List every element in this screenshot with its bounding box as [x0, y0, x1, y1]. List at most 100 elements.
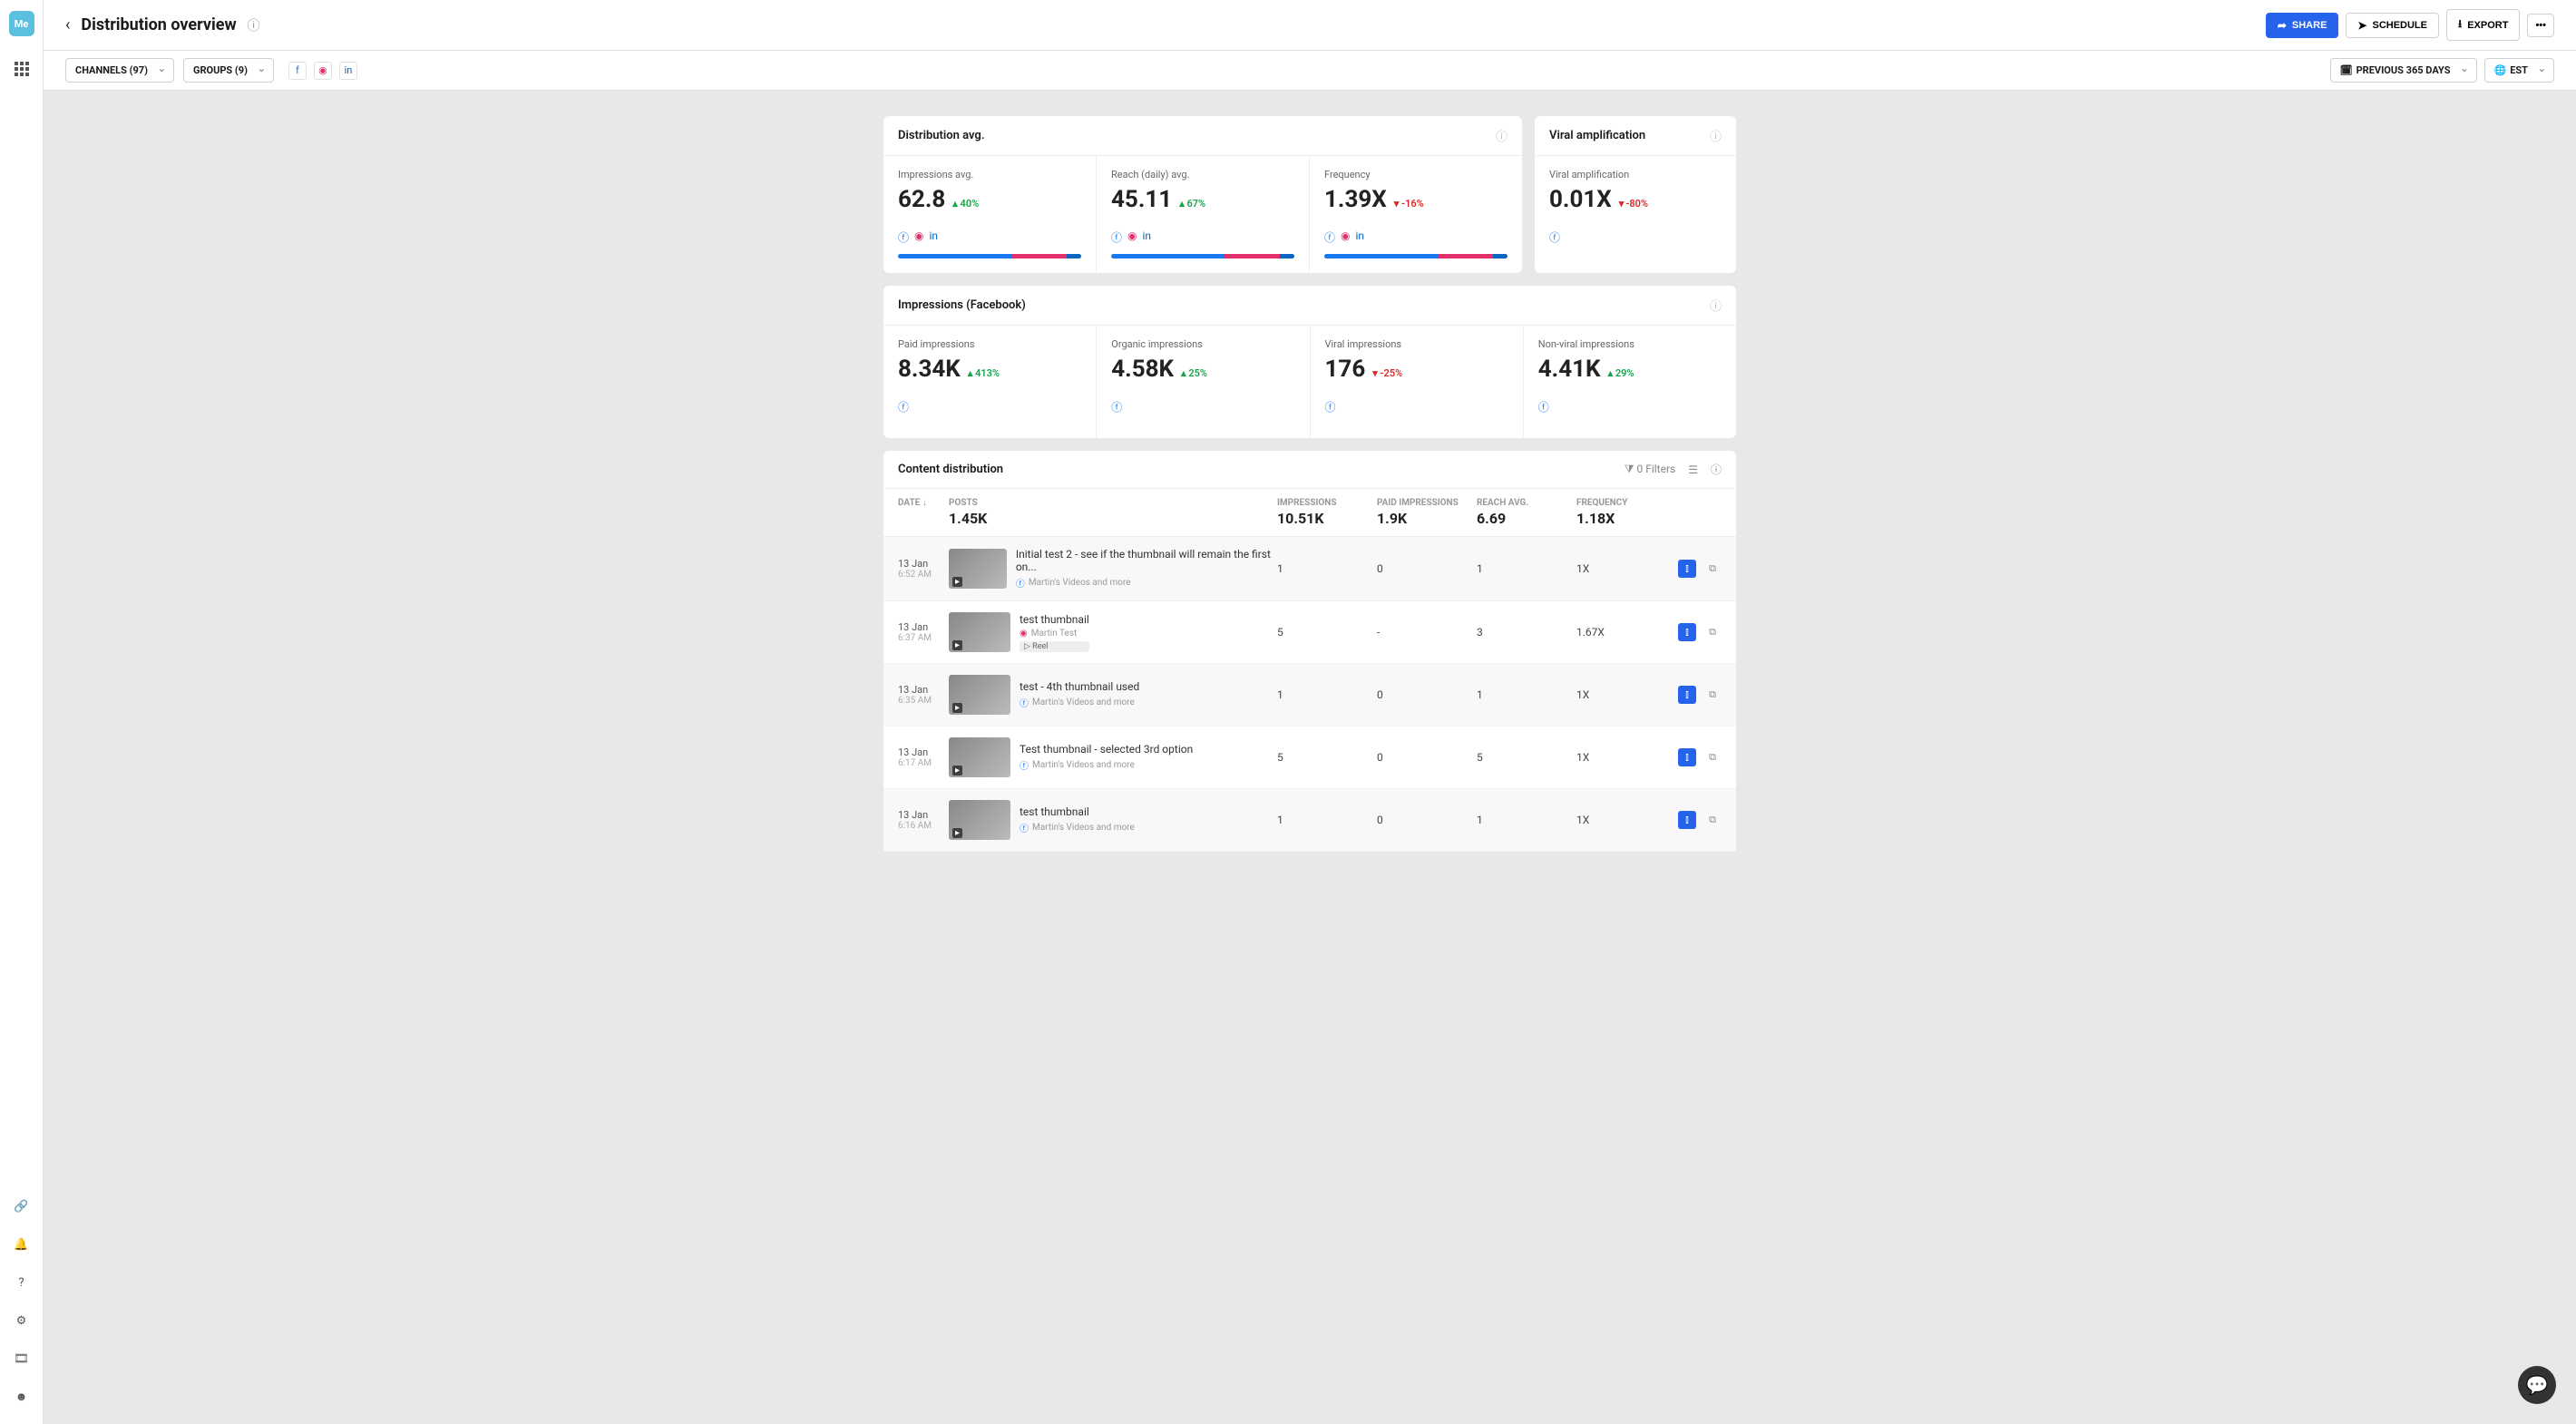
- back-icon[interactable]: ‹: [65, 15, 70, 34]
- info-icon[interactable]: ⓘ: [1496, 127, 1508, 144]
- linkedin-icon: in: [1143, 229, 1152, 245]
- posts-total: 1.45K: [949, 510, 1277, 527]
- cell-frequency: 1X: [1576, 562, 1667, 575]
- library-icon[interactable]: 🎞: [11, 1348, 33, 1370]
- post-title: Test thumbnail - selected 3rd option: [1020, 743, 1193, 756]
- facebook-icon: ⓕ: [1549, 229, 1560, 245]
- metric-value: 62.8: [898, 186, 945, 213]
- metric: Reach (daily) avg. 45.11 ▴ 67% ⓕ ◉ in: [1097, 156, 1310, 273]
- post-source: ⓕ Martin's Videos and more: [1020, 821, 1135, 834]
- info-icon[interactable]: ⓘ: [1710, 127, 1722, 144]
- table-row[interactable]: 13 Jan6:16 AM test thumbnail ⓕ Martin's …: [883, 789, 1736, 852]
- row-copy-button[interactable]: ⧉: [1703, 748, 1722, 766]
- metric: Paid impressions 8.34K ▴ 413% ⓕ: [883, 326, 1097, 438]
- cell-paid: 0: [1377, 751, 1477, 764]
- metric-label: Viral amplification: [1549, 169, 1722, 180]
- table-header-row: DATE ↓ POSTS1.45K IMPRESSIONS10.51K PAID…: [883, 489, 1736, 537]
- apps-icon[interactable]: [11, 58, 33, 80]
- row-copy-button[interactable]: ⧉: [1703, 686, 1722, 704]
- groups-dropdown[interactable]: GROUPS (9): [183, 58, 274, 83]
- facebook-icon: ⓕ: [1111, 399, 1122, 415]
- row-copy-button[interactable]: ⧉: [1703, 623, 1722, 641]
- metric-label: Frequency: [1324, 169, 1508, 180]
- post-thumbnail[interactable]: [949, 800, 1010, 840]
- metric-label: Viral impressions: [1325, 338, 1508, 350]
- avatar-icon[interactable]: ☻: [11, 1386, 33, 1408]
- metric-label: Paid impressions: [898, 338, 1081, 350]
- metric-value: 8.34K: [898, 356, 961, 383]
- distribution-avg-card: Distribution avg. ⓘ Impressions avg. 62.…: [883, 116, 1522, 273]
- linkedin-icon: in: [1356, 229, 1365, 245]
- row-chart-button[interactable]: ⫾: [1678, 560, 1696, 578]
- freq-total: 1.18X: [1576, 510, 1667, 527]
- share-icon: ➦: [2278, 19, 2287, 32]
- brand-logo[interactable]: Me: [9, 11, 34, 36]
- metric-label: Impressions avg.: [898, 169, 1081, 180]
- metric: Frequency 1.39X ▾ -16% ⓕ ◉ in: [1310, 156, 1522, 273]
- reel-badge: ▷ Reel: [1020, 641, 1089, 652]
- cell-reach: 1: [1477, 814, 1576, 826]
- bell-icon[interactable]: 🔔: [11, 1234, 33, 1255]
- post-thumbnail[interactable]: [949, 549, 1007, 589]
- table-row[interactable]: 13 Jan6:35 AM test - 4th thumbnail used …: [883, 664, 1736, 727]
- card-title: Viral amplification: [1549, 129, 1645, 142]
- cell-impressions: 1: [1277, 562, 1377, 575]
- more-button[interactable]: •••: [2527, 14, 2554, 37]
- row-chart-button[interactable]: ⫾: [1678, 686, 1696, 704]
- cell-impressions: 5: [1277, 626, 1377, 639]
- sort-icon[interactable]: ↓: [922, 498, 927, 508]
- filters-button[interactable]: ⧩ 0 Filters: [1625, 463, 1675, 476]
- info-icon[interactable]: ⓘ: [1711, 462, 1722, 477]
- row-chart-button[interactable]: ⫾: [1678, 811, 1696, 829]
- row-copy-button[interactable]: ⧉: [1703, 560, 1722, 578]
- card-title: Impressions (Facebook): [898, 298, 1026, 312]
- link-icon[interactable]: 🔗: [11, 1195, 33, 1217]
- row-copy-button[interactable]: ⧉: [1703, 811, 1722, 829]
- page-title: Distribution overview: [81, 15, 236, 34]
- distribution-bar: [1111, 254, 1294, 258]
- row-chart-button[interactable]: ⫾: [1678, 623, 1696, 641]
- post-source: ⓕ Martin's Videos and more: [1020, 758, 1193, 772]
- instagram-icon[interactable]: ◉: [314, 62, 332, 80]
- chat-fab[interactable]: 💬: [2518, 1366, 2556, 1404]
- row-date: 13 Jan6:37 AM: [898, 621, 949, 643]
- info-icon[interactable]: ⓘ: [248, 16, 260, 34]
- table-row[interactable]: 13 Jan6:52 AM Initial test 2 - see if th…: [883, 537, 1736, 601]
- reach-total: 6.69: [1477, 510, 1576, 527]
- cell-reach: 1: [1477, 562, 1576, 575]
- metric: Organic impressions 4.58K ▴ 25% ⓕ: [1097, 326, 1310, 438]
- cell-reach: 3: [1477, 626, 1576, 639]
- card-title: Distribution avg.: [898, 129, 985, 142]
- facebook-icon[interactable]: f: [288, 62, 307, 80]
- calendar-icon: 🗓: [2340, 64, 2353, 76]
- post-title: test thumbnail: [1020, 805, 1135, 818]
- export-button[interactable]: ⭳EXPORT: [2446, 9, 2520, 41]
- metric-value: 0.01X: [1549, 186, 1612, 213]
- post-thumbnail[interactable]: [949, 737, 1010, 777]
- cell-frequency: 1.67X: [1576, 626, 1667, 639]
- trend-badge: ▴ 413%: [968, 367, 1000, 379]
- post-thumbnail[interactable]: [949, 675, 1010, 715]
- daterange-dropdown[interactable]: 🗓PREVIOUS 365 DAYS: [2330, 58, 2477, 83]
- row-chart-button[interactable]: ⫾: [1678, 748, 1696, 766]
- metric-label: Organic impressions: [1111, 338, 1294, 350]
- distribution-bar: [898, 254, 1081, 258]
- facebook-icon: ⓕ: [1538, 399, 1549, 415]
- share-button[interactable]: ➦SHARE: [2266, 13, 2339, 38]
- instagram-icon: ◉: [914, 229, 923, 245]
- view-toggle[interactable]: ☰: [1688, 463, 1698, 476]
- post-thumbnail[interactable]: [949, 612, 1010, 652]
- metric: Impressions avg. 62.8 ▴ 40% ⓕ ◉ in: [883, 156, 1097, 273]
- channels-dropdown[interactable]: CHANNELS (97): [65, 58, 174, 83]
- schedule-button[interactable]: ➤SCHEDULE: [2346, 13, 2439, 38]
- table-row[interactable]: 13 Jan6:17 AM Test thumbnail - selected …: [883, 727, 1736, 789]
- table-row[interactable]: 13 Jan6:37 AM test thumbnail ◉ Martin Te…: [883, 601, 1736, 664]
- gear-icon[interactable]: ⚙: [11, 1310, 33, 1331]
- left-rail: Me 🔗 🔔 ? ⚙ 🎞 ☻: [0, 0, 44, 1424]
- help-icon[interactable]: ?: [11, 1272, 33, 1293]
- linkedin-icon[interactable]: in: [339, 62, 357, 80]
- post-source: ⓕ Martin's Videos and more: [1020, 696, 1139, 709]
- timezone-dropdown[interactable]: 🌐EST: [2484, 58, 2554, 83]
- trend-badge: ▴ 40%: [952, 198, 979, 210]
- info-icon[interactable]: ⓘ: [1710, 297, 1722, 314]
